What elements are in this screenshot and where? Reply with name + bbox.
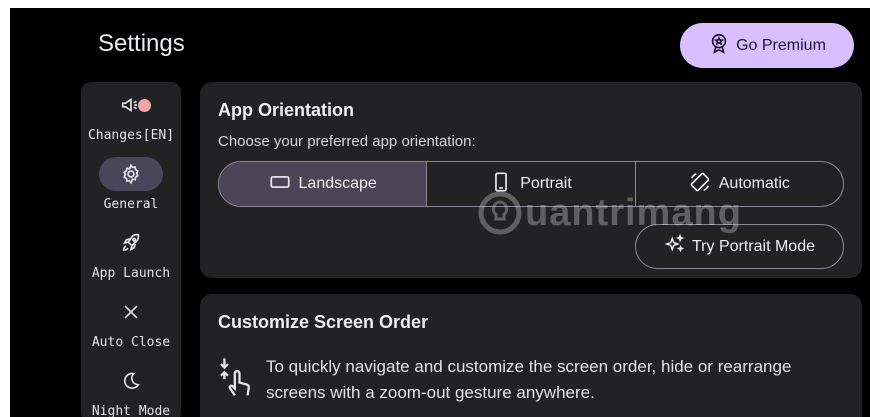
sidebar-item-label: General [103, 197, 159, 212]
sidebar-nav: Changes[EN] General App Launch Auto Clos… [81, 82, 181, 417]
try-portrait-mode-label: Try Portrait Mode [692, 237, 815, 255]
screen-order-card[interactable]: Customize Screen Order To quickly naviga… [200, 294, 862, 417]
try-portrait-mode-button[interactable]: Try Portrait Mode [635, 224, 844, 269]
gear-icon [99, 157, 163, 191]
settings-screen: Settings Go Premium Changes[EN] General … [10, 8, 870, 417]
go-premium-button[interactable]: Go Premium [680, 23, 854, 68]
new-changes-badge [138, 99, 151, 112]
close-icon [99, 295, 163, 329]
landscape-label: Landscape [298, 175, 377, 192]
sidebar-item-label: Auto Close [91, 335, 171, 350]
landscape-icon [269, 171, 291, 198]
go-premium-label: Go Premium [736, 36, 826, 54]
screen-rotation-icon [689, 171, 711, 198]
sidebar-item-label: Changes[EN] [87, 128, 175, 143]
phone-portrait-icon [490, 171, 512, 198]
sidebar-item-auto-close[interactable]: Auto Close [81, 295, 181, 350]
portrait-option[interactable]: Portrait [426, 162, 634, 206]
sidebar-item-label: App Launch [91, 266, 171, 281]
sidebar-item-changes[interactable]: Changes[EN] [81, 88, 181, 143]
moon-icon [99, 364, 163, 398]
app-orientation-subtitle: Choose your preferred app orientation: [218, 133, 476, 150]
automatic-label: Automatic [718, 175, 790, 192]
megaphone-icon [99, 88, 163, 122]
app-orientation-title: App Orientation [218, 100, 354, 120]
sidebar-item-night-mode[interactable]: Night Mode [81, 364, 181, 417]
app-orientation-card: App Orientation Choose your preferred ap… [200, 82, 862, 278]
landscape-option[interactable]: Landscape [219, 162, 427, 206]
page-title: Settings [98, 30, 185, 57]
automatic-option[interactable]: Automatic [634, 162, 843, 206]
screen-order-title: Customize Screen Order [218, 312, 429, 332]
sparkle-icon [664, 233, 686, 260]
sidebar-item-app-launch[interactable]: App Launch [81, 226, 181, 281]
sidebar-item-general[interactable]: General [81, 157, 181, 212]
rocket-icon [99, 226, 163, 260]
orientation-segmented-control: Landscape Portrait Automatic [218, 161, 844, 207]
portrait-label: Portrait [520, 175, 572, 192]
screen-order-info: To quickly navigate and customize the sc… [218, 354, 818, 406]
screen-order-description: To quickly navigate and customize the sc… [266, 357, 792, 402]
sidebar-item-label: Night Mode [91, 404, 171, 417]
pinch-gesture-icon [218, 354, 254, 406]
premium-badge-icon [708, 32, 730, 59]
